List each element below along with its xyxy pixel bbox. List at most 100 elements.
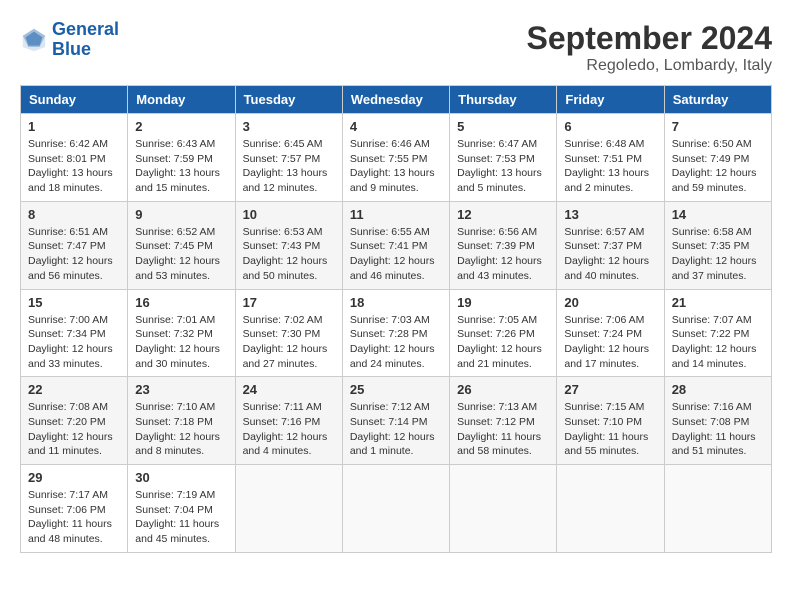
day-number: 20 bbox=[564, 295, 656, 310]
calendar-cell: 5 Sunrise: 6:47 AMSunset: 7:53 PMDaylight… bbox=[450, 114, 557, 202]
calendar-cell: 9Sunrise: 6:52 AMSunset: 7:45 PMDaylight… bbox=[128, 201, 235, 289]
calendar-cell: 21 Sunrise: 7:07 AMSunset: 7:22 PMDayligh… bbox=[664, 289, 771, 377]
calendar-cell bbox=[557, 465, 664, 553]
calendar-cell: 30 Sunrise: 7:19 AMSunset: 7:04 PMDayligh… bbox=[128, 465, 235, 553]
week-row-3: 15Sunrise: 7:00 AMSunset: 7:34 PMDayligh… bbox=[21, 289, 772, 377]
day-info: Sunrise: 6:56 AMSunset: 7:39 PMDaylight:… bbox=[457, 225, 549, 284]
day-info: Sunrise: 6:57 AMSunset: 7:37 PMDaylight:… bbox=[564, 225, 656, 284]
calendar-cell: 29 Sunrise: 7:17 AMSunset: 7:06 PMDayligh… bbox=[21, 465, 128, 553]
day-info: Sunrise: 7:06 AMSunset: 7:24 PMDaylight:… bbox=[564, 313, 656, 372]
calendar-cell: 25 Sunrise: 7:12 AMSunset: 7:14 PMDayligh… bbox=[342, 377, 449, 465]
day-info: Sunrise: 6:48 AMSunset: 7:51 PMDaylight:… bbox=[564, 137, 656, 196]
day-info: Sunrise: 7:05 AMSunset: 7:26 PMDaylight:… bbox=[457, 313, 549, 372]
day-info: Sunrise: 6:50 AMSunset: 7:49 PMDaylight:… bbox=[672, 137, 764, 196]
logo-blue: Blue bbox=[52, 40, 119, 60]
column-header-tuesday: Tuesday bbox=[235, 86, 342, 114]
day-number: 24 bbox=[243, 382, 335, 397]
calendar-header-row: SundayMondayTuesdayWednesdayThursdayFrid… bbox=[21, 86, 772, 114]
calendar-cell: 2 Sunrise: 6:43 AMSunset: 7:59 PMDaylight… bbox=[128, 114, 235, 202]
calendar-cell: 23Sunrise: 7:10 AMSunset: 7:18 PMDayligh… bbox=[128, 377, 235, 465]
calendar-cell: 12 Sunrise: 6:56 AMSunset: 7:39 PMDayligh… bbox=[450, 201, 557, 289]
day-number: 21 bbox=[672, 295, 764, 310]
day-number: 5 bbox=[457, 119, 549, 134]
day-number: 17 bbox=[243, 295, 335, 310]
calendar-cell: 22Sunrise: 7:08 AMSunset: 7:20 PMDayligh… bbox=[21, 377, 128, 465]
month-year: September 2024 bbox=[527, 20, 772, 57]
day-info: Sunrise: 7:19 AMSunset: 7:04 PMDaylight:… bbox=[135, 488, 227, 547]
calendar-cell: 7 Sunrise: 6:50 AMSunset: 7:49 PMDaylight… bbox=[664, 114, 771, 202]
calendar-cell: 17 Sunrise: 7:02 AMSunset: 7:30 PMDayligh… bbox=[235, 289, 342, 377]
day-info: Sunrise: 7:01 AMSunset: 7:32 PMDaylight:… bbox=[135, 313, 227, 372]
calendar-cell: 11Sunrise: 6:55 AMSunset: 7:41 PMDayligh… bbox=[342, 201, 449, 289]
day-number: 29 bbox=[28, 470, 120, 485]
day-info: Sunrise: 6:42 AMSunset: 8:01 PMDaylight:… bbox=[28, 137, 120, 196]
calendar-cell: 19Sunrise: 7:05 AMSunset: 7:26 PMDayligh… bbox=[450, 289, 557, 377]
day-info: Sunrise: 6:53 AMSunset: 7:43 PMDaylight:… bbox=[243, 225, 335, 284]
location: Regoledo, Lombardy, Italy bbox=[527, 57, 772, 75]
day-number: 25 bbox=[350, 382, 442, 397]
day-info: Sunrise: 6:58 AMSunset: 7:35 PMDaylight:… bbox=[672, 225, 764, 284]
day-number: 2 bbox=[135, 119, 227, 134]
day-info: Sunrise: 6:46 AMSunset: 7:55 PMDaylight:… bbox=[350, 137, 442, 196]
logo-general: General bbox=[52, 19, 119, 39]
logo: General Blue bbox=[20, 20, 119, 60]
column-header-sunday: Sunday bbox=[21, 86, 128, 114]
day-number: 14 bbox=[672, 207, 764, 222]
calendar-cell: 16 Sunrise: 7:01 AMSunset: 7:32 PMDayligh… bbox=[128, 289, 235, 377]
day-info: Sunrise: 7:15 AMSunset: 7:10 PMDaylight:… bbox=[564, 400, 656, 459]
day-info: Sunrise: 6:51 AMSunset: 7:47 PMDaylight:… bbox=[28, 225, 120, 284]
day-info: Sunrise: 6:45 AMSunset: 7:57 PMDaylight:… bbox=[243, 137, 335, 196]
calendar-cell: 10 Sunrise: 6:53 AMSunset: 7:43 PMDayligh… bbox=[235, 201, 342, 289]
calendar-cell: 18Sunrise: 7:03 AMSunset: 7:28 PMDayligh… bbox=[342, 289, 449, 377]
logo-text: General Blue bbox=[52, 20, 119, 60]
day-number: 3 bbox=[243, 119, 335, 134]
day-number: 13 bbox=[564, 207, 656, 222]
column-header-wednesday: Wednesday bbox=[342, 86, 449, 114]
column-header-saturday: Saturday bbox=[664, 86, 771, 114]
day-info: Sunrise: 7:10 AMSunset: 7:18 PMDaylight:… bbox=[135, 400, 227, 459]
week-row-5: 29 Sunrise: 7:17 AMSunset: 7:06 PMDayligh… bbox=[21, 465, 772, 553]
calendar-cell: 1Sunrise: 6:42 AMSunset: 8:01 PMDaylight… bbox=[21, 114, 128, 202]
day-number: 26 bbox=[457, 382, 549, 397]
calendar-cell bbox=[664, 465, 771, 553]
day-number: 12 bbox=[457, 207, 549, 222]
day-number: 28 bbox=[672, 382, 764, 397]
day-number: 30 bbox=[135, 470, 227, 485]
logo-icon bbox=[20, 26, 48, 54]
day-number: 10 bbox=[243, 207, 335, 222]
calendar-cell: 27Sunrise: 7:15 AMSunset: 7:10 PMDayligh… bbox=[557, 377, 664, 465]
day-info: Sunrise: 7:00 AMSunset: 7:34 PMDaylight:… bbox=[28, 313, 120, 372]
calendar-cell: 3 Sunrise: 6:45 AMSunset: 7:57 PMDaylight… bbox=[235, 114, 342, 202]
day-info: Sunrise: 7:13 AMSunset: 7:12 PMDaylight:… bbox=[457, 400, 549, 459]
calendar-cell: 24Sunrise: 7:11 AMSunset: 7:16 PMDayligh… bbox=[235, 377, 342, 465]
day-number: 16 bbox=[135, 295, 227, 310]
calendar-cell bbox=[450, 465, 557, 553]
day-info: Sunrise: 7:17 AMSunset: 7:06 PMDaylight:… bbox=[28, 488, 120, 547]
day-info: Sunrise: 6:43 AMSunset: 7:59 PMDaylight:… bbox=[135, 137, 227, 196]
calendar-cell: 15Sunrise: 7:00 AMSunset: 7:34 PMDayligh… bbox=[21, 289, 128, 377]
week-row-4: 22Sunrise: 7:08 AMSunset: 7:20 PMDayligh… bbox=[21, 377, 772, 465]
calendar-cell bbox=[235, 465, 342, 553]
title-block: September 2024 Regoledo, Lombardy, Italy bbox=[527, 20, 772, 75]
calendar-cell: 6 Sunrise: 6:48 AMSunset: 7:51 PMDaylight… bbox=[557, 114, 664, 202]
day-info: Sunrise: 7:03 AMSunset: 7:28 PMDaylight:… bbox=[350, 313, 442, 372]
day-info: Sunrise: 7:07 AMSunset: 7:22 PMDaylight:… bbox=[672, 313, 764, 372]
day-info: Sunrise: 7:02 AMSunset: 7:30 PMDaylight:… bbox=[243, 313, 335, 372]
day-number: 6 bbox=[564, 119, 656, 134]
day-number: 11 bbox=[350, 207, 442, 222]
calendar-cell bbox=[342, 465, 449, 553]
day-number: 9 bbox=[135, 207, 227, 222]
week-row-1: 1Sunrise: 6:42 AMSunset: 8:01 PMDaylight… bbox=[21, 114, 772, 202]
day-info: Sunrise: 7:12 AMSunset: 7:14 PMDaylight:… bbox=[350, 400, 442, 459]
calendar-cell: 20 Sunrise: 7:06 AMSunset: 7:24 PMDayligh… bbox=[557, 289, 664, 377]
day-number: 8 bbox=[28, 207, 120, 222]
day-info: Sunrise: 6:47 AMSunset: 7:53 PMDaylight:… bbox=[457, 137, 549, 196]
calendar-cell: 8 Sunrise: 6:51 AMSunset: 7:47 PMDaylight… bbox=[21, 201, 128, 289]
page-header: General Blue September 2024 Regoledo, Lo… bbox=[20, 20, 772, 75]
column-header-monday: Monday bbox=[128, 86, 235, 114]
column-header-thursday: Thursday bbox=[450, 86, 557, 114]
calendar-cell: 28 Sunrise: 7:16 AMSunset: 7:08 PMDayligh… bbox=[664, 377, 771, 465]
day-info: Sunrise: 7:16 AMSunset: 7:08 PMDaylight:… bbox=[672, 400, 764, 459]
day-number: 7 bbox=[672, 119, 764, 134]
calendar-cell: 4Sunrise: 6:46 AMSunset: 7:55 PMDaylight… bbox=[342, 114, 449, 202]
